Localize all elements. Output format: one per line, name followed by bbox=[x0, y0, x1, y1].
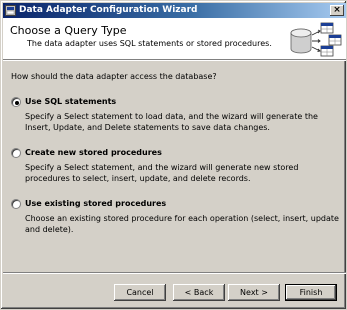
finish-button[interactable]: Finish bbox=[285, 284, 337, 301]
option-description: Choose an existing stored procedure for … bbox=[25, 214, 339, 234]
option-description: Specify a Select statement to load data,… bbox=[25, 112, 318, 132]
footer-divider bbox=[3, 272, 346, 274]
option-label[interactable]: Create new stored procedures bbox=[25, 148, 162, 158]
header-divider bbox=[3, 59, 346, 61]
wizard-window: Data Adapter Configuration Wizard × Choo… bbox=[0, 0, 347, 310]
window-title: Data Adapter Configuration Wizard bbox=[19, 5, 198, 15]
radio-use-existing-stored-procedures[interactable] bbox=[11, 199, 21, 209]
option-label[interactable]: Use SQL statements bbox=[25, 97, 116, 107]
option-description: Specify a Select statement, and the wiza… bbox=[25, 163, 299, 183]
page-title: Choose a Query Type bbox=[10, 24, 127, 37]
close-icon: × bbox=[333, 5, 341, 15]
radio-use-sql-statements[interactable] bbox=[11, 97, 21, 107]
title-bar[interactable]: Data Adapter Configuration Wizard × bbox=[3, 3, 346, 18]
close-button[interactable]: × bbox=[330, 5, 344, 16]
radio-create-new-stored-procedures[interactable] bbox=[11, 148, 21, 158]
cancel-button[interactable]: Cancel bbox=[114, 284, 166, 301]
wizard-header: Choose a Query Type The data adapter use… bbox=[3, 18, 346, 59]
option-label[interactable]: Use existing stored procedures bbox=[25, 199, 166, 209]
access-question: How should the data adapter access the d… bbox=[11, 72, 217, 81]
page-subtitle: The data adapter uses SQL statements or … bbox=[27, 39, 272, 48]
wizard-app-icon bbox=[5, 5, 16, 16]
next-button[interactable]: Next > bbox=[228, 284, 280, 301]
database-tables-icon bbox=[290, 22, 342, 57]
back-button[interactable]: < Back bbox=[173, 284, 225, 301]
